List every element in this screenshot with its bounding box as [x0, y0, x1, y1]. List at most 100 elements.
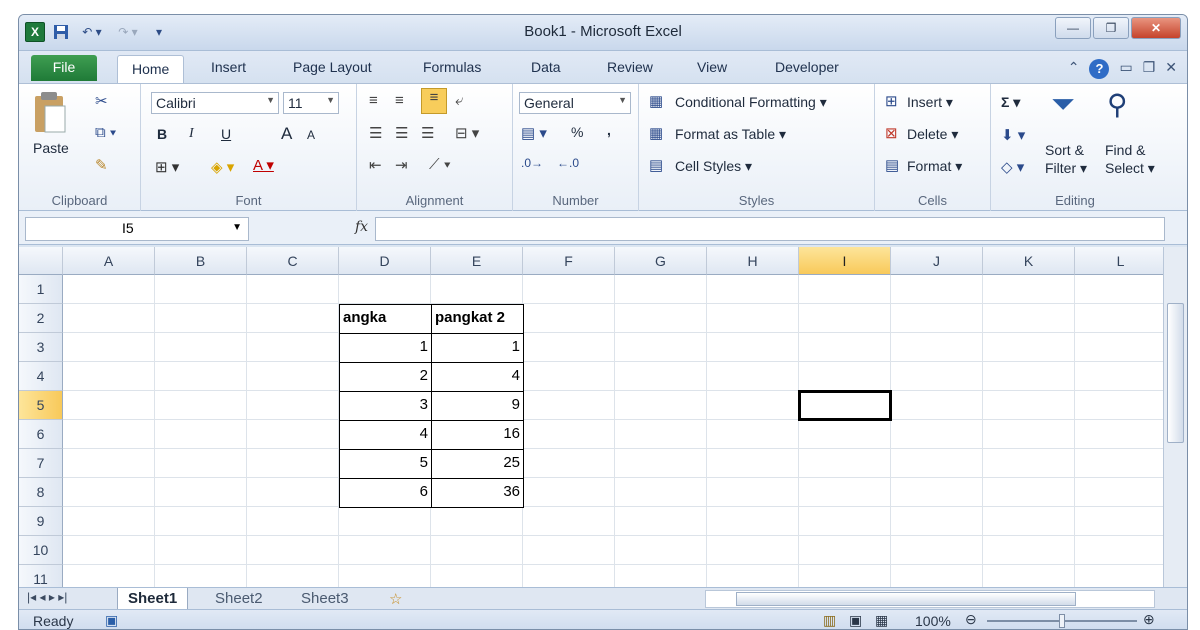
cell-f7[interactable] — [523, 449, 615, 478]
font-name-combo[interactable]: Calibri ▼ — [151, 92, 279, 114]
cell-g3[interactable] — [615, 333, 707, 362]
cell-a9[interactable] — [63, 507, 155, 536]
cell-c7[interactable] — [247, 449, 339, 478]
tab-page-layout[interactable]: Page Layout — [293, 59, 372, 75]
cell-f2[interactable] — [523, 304, 615, 333]
cell-k6[interactable] — [983, 420, 1075, 449]
cell-b8[interactable] — [155, 478, 247, 507]
cell-l10[interactable] — [1075, 536, 1167, 565]
cell-k10[interactable] — [983, 536, 1075, 565]
column-header-e[interactable]: E — [431, 247, 523, 275]
cell-h5[interactable] — [707, 391, 799, 420]
cell-j6[interactable] — [891, 420, 983, 449]
cell-b4[interactable] — [155, 362, 247, 391]
page-layout-view-icon[interactable]: ▣ — [849, 612, 862, 629]
row-header-7[interactable]: 7 — [19, 449, 63, 478]
cell-j9[interactable] — [891, 507, 983, 536]
cell-i1[interactable] — [799, 275, 891, 304]
insert-function-button[interactable]: fx — [355, 219, 368, 235]
font-size-combo[interactable]: 11 ▼ — [283, 92, 339, 114]
horizontal-scroll-thumb[interactable] — [736, 592, 1076, 606]
cell-l5[interactable] — [1075, 391, 1167, 420]
cell-e9[interactable] — [431, 507, 523, 536]
tab-formulas[interactable]: Formulas — [423, 59, 481, 75]
macro-record-icon[interactable]: ▣ — [105, 612, 118, 629]
workbook-minimize-icon[interactable]: ▭ — [1119, 59, 1132, 79]
help-icon[interactable]: ? — [1089, 59, 1110, 79]
cell-f5[interactable] — [523, 391, 615, 420]
format-as-table-icon[interactable]: ▦ — [649, 124, 663, 142]
cell-c1[interactable] — [247, 275, 339, 304]
italic-button[interactable]: I — [189, 126, 194, 142]
cell-l2[interactable] — [1075, 304, 1167, 333]
cell-c9[interactable] — [247, 507, 339, 536]
table-cell-angka[interactable]: 5 — [339, 449, 432, 479]
bold-button[interactable]: B — [157, 126, 167, 142]
font-color-icon[interactable]: A ▾ — [253, 156, 274, 174]
cell-i7[interactable] — [799, 449, 891, 478]
cell-g7[interactable] — [615, 449, 707, 478]
table-cell-angka[interactable]: 6 — [339, 478, 432, 508]
cell-a5[interactable] — [63, 391, 155, 420]
comma-style-button[interactable]: , — [607, 122, 611, 138]
cell-g9[interactable] — [615, 507, 707, 536]
cell-k2[interactable] — [983, 304, 1075, 333]
cell-f3[interactable] — [523, 333, 615, 362]
underline-button[interactable]: U — [221, 126, 231, 142]
table-cell-pangkat[interactable]: 9 — [431, 391, 524, 421]
tab-data[interactable]: Data — [531, 59, 561, 75]
number-format-combo[interactable]: General ▼ — [519, 92, 631, 114]
cell-f10[interactable] — [523, 536, 615, 565]
align-center-icon[interactable]: ☰ — [395, 124, 408, 142]
decrease-indent-icon[interactable]: ⇤ — [369, 156, 382, 174]
paste-icon[interactable] — [33, 92, 67, 140]
cell-c6[interactable] — [247, 420, 339, 449]
tab-review[interactable]: Review — [607, 59, 653, 75]
clear-icon[interactable]: ◇ ▾ — [1001, 158, 1024, 176]
table-cell-pangkat[interactable]: 4 — [431, 362, 524, 392]
zoom-slider[interactable] — [987, 614, 1137, 628]
align-middle-icon[interactable]: ≡ — [395, 92, 404, 109]
cell-c2[interactable] — [247, 304, 339, 333]
cell-h8[interactable] — [707, 478, 799, 507]
paste-label[interactable]: Paste — [33, 140, 69, 156]
autosum-button[interactable]: Σ ▾ — [1001, 94, 1020, 111]
delete-cells-button[interactable]: Delete ▾ — [907, 126, 958, 143]
tab-file[interactable]: File — [31, 55, 97, 81]
column-header-j[interactable]: J — [891, 247, 983, 275]
cell-f8[interactable] — [523, 478, 615, 507]
cell-l9[interactable] — [1075, 507, 1167, 536]
insert-cells-icon[interactable]: ⊞ — [885, 92, 898, 110]
sheet-tab-3[interactable]: Sheet3 — [291, 588, 359, 609]
cut-icon[interactable]: ✂ — [95, 92, 108, 110]
cell-i2[interactable] — [799, 304, 891, 333]
column-header-l[interactable]: L — [1075, 247, 1167, 275]
cell-d1[interactable] — [339, 275, 431, 304]
cell-j4[interactable] — [891, 362, 983, 391]
cell-c10[interactable] — [247, 536, 339, 565]
column-header-b[interactable]: B — [155, 247, 247, 275]
cell-b5[interactable] — [155, 391, 247, 420]
cell-h7[interactable] — [707, 449, 799, 478]
format-cells-icon[interactable]: ▤ — [885, 156, 899, 174]
normal-view-icon[interactable]: ▥ — [823, 612, 836, 629]
column-header-d[interactable]: D — [339, 247, 431, 275]
restore-button[interactable]: ❐ — [1093, 17, 1129, 39]
cell-i6[interactable] — [799, 420, 891, 449]
cell-styles-icon[interactable]: ▤ — [649, 156, 663, 174]
copy-icon[interactable]: ⧉ ▾ — [95, 124, 116, 141]
cell-g10[interactable] — [615, 536, 707, 565]
column-header-g[interactable]: G — [615, 247, 707, 275]
cell-g1[interactable] — [615, 275, 707, 304]
cell-b3[interactable] — [155, 333, 247, 362]
cell-k5[interactable] — [983, 391, 1075, 420]
cell-k8[interactable] — [983, 478, 1075, 507]
cell-a7[interactable] — [63, 449, 155, 478]
cell-l6[interactable] — [1075, 420, 1167, 449]
cell-k4[interactable] — [983, 362, 1075, 391]
orientation-icon[interactable]: ⟋ ▾ — [429, 156, 451, 173]
cell-f6[interactable] — [523, 420, 615, 449]
cell-k7[interactable] — [983, 449, 1075, 478]
tab-home[interactable]: Home — [117, 55, 185, 83]
cell-h3[interactable] — [707, 333, 799, 362]
